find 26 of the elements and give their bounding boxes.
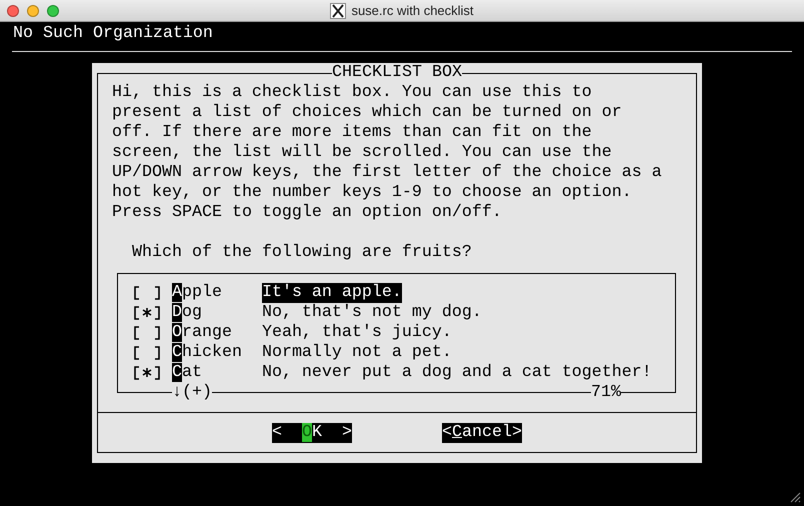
choice-description[interactable]: Normally not a pet. [262,343,452,363]
choice-label[interactable]: Apple [172,283,262,303]
checkbox[interactable] [132,366,162,380]
window-title: suse.rc with checklist [351,3,474,18]
dialog-button[interactable]: <Cancel> [442,423,522,443]
choice-description[interactable]: It's an apple. [262,283,402,303]
checkbox[interactable] [132,346,162,360]
close-button[interactable] [7,4,19,16]
checkbox[interactable] [132,306,162,320]
choice-description[interactable]: No, that's not my dog. [262,303,482,323]
dialog-button[interactable]: < OK > [272,423,352,443]
backtitle: No Such Organization [12,23,213,44]
question-text: Which of the following are fruits? [132,243,472,263]
choice-description[interactable]: Yeah, that's juicy. [262,323,452,343]
checkbox[interactable] [132,286,162,300]
minimize-button[interactable] [27,4,39,16]
choice-label[interactable]: Orange [172,323,262,343]
zoom-button[interactable] [47,4,59,16]
choice-description[interactable]: No, never put a dog and a cat together! [262,363,652,383]
dialog-message: Hi, this is a checklist box. You can use this to present a list of choices which can be turned on or off. If there are more items than can fit on the screen, the list will be scrolled. You can use the UP/DOWN arrow keys, the first letter of the choice as a hot key, or the number keys 1-9 to choose an option. Press SPACE to toggle an option on/off. [112,83,663,223]
choice-label[interactable]: Chicken [172,343,262,363]
x-window-icon [330,2,346,18]
choice-label[interactable]: Dog [172,303,262,323]
checkbox[interactable] [132,326,162,340]
resize-grip-icon[interactable] [790,492,801,503]
choice-label[interactable]: Cat [172,363,262,383]
